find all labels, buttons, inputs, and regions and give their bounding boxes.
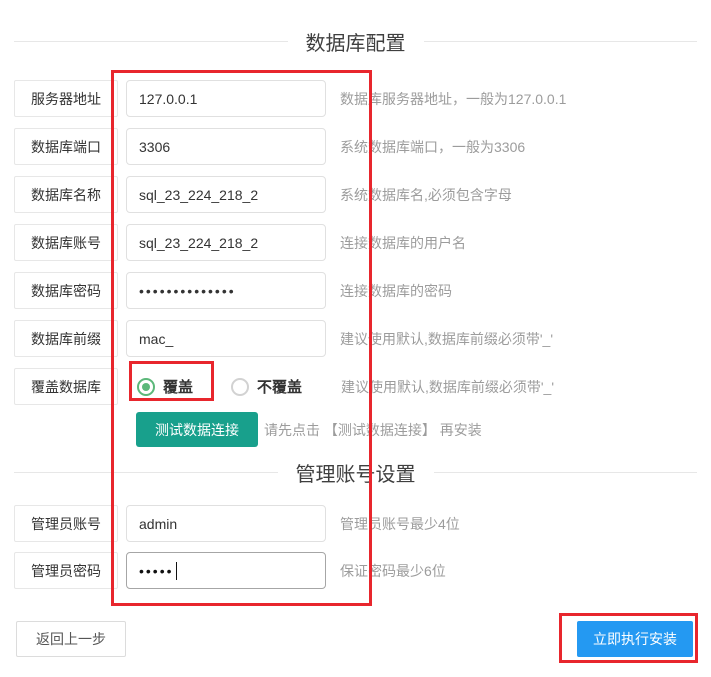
radio-circle-icon [231, 378, 249, 396]
db-account-input[interactable] [126, 224, 326, 261]
server-address-label: 服务器地址 [14, 80, 118, 117]
admin-account-row: 管理员账号 管理员账号最少4位 [14, 505, 460, 542]
db-account-hint: 连接数据库的用户名 [340, 233, 466, 253]
admin-account-label: 管理员账号 [14, 505, 118, 542]
db-port-row: 数据库端口 系统数据库端口，一般为3306 [14, 128, 525, 165]
db-name-row: 数据库名称 系统数据库名,必须包含字母 [14, 176, 512, 213]
admin-account-hint: 管理员账号最少4位 [340, 514, 460, 534]
radio-overwrite-yes[interactable]: 覆盖 [137, 376, 193, 397]
db-name-hint: 系统数据库名,必须包含字母 [340, 185, 512, 205]
install-page: 数据库配置 服务器地址 数据库服务器地址，一般为127.0.0.1 数据库端口 … [0, 0, 711, 677]
server-address-row: 服务器地址 数据库服务器地址，一般为127.0.0.1 [14, 80, 566, 117]
db-password-hint: 连接数据库的密码 [340, 281, 452, 301]
admin-password-input[interactable]: ••••• [126, 552, 326, 589]
db-port-hint: 系统数据库端口，一般为3306 [340, 137, 525, 157]
db-name-label: 数据库名称 [14, 176, 118, 213]
db-account-row: 数据库账号 连接数据库的用户名 [14, 224, 466, 261]
db-password-input[interactable] [126, 272, 326, 309]
overwrite-hint: 建议使用默认,数据库前缀必须带'_' [341, 377, 554, 397]
database-section-title: 数据库配置 [288, 27, 424, 56]
db-prefix-label: 数据库前缀 [14, 320, 118, 357]
admin-account-input[interactable] [126, 505, 326, 542]
db-name-input[interactable] [126, 176, 326, 213]
overwrite-row: 覆盖数据库 覆盖 不覆盖 建议使用默认,数据库前缀必须带'_' [14, 368, 554, 405]
server-address-hint: 数据库服务器地址，一般为127.0.0.1 [340, 89, 566, 109]
db-port-input[interactable] [126, 128, 326, 165]
db-prefix-row: 数据库前缀 建议使用默认,数据库前缀必须带'_' [14, 320, 553, 357]
server-address-input[interactable] [126, 80, 326, 117]
radio-overwrite-no[interactable]: 不覆盖 [231, 376, 302, 397]
db-prefix-input[interactable] [126, 320, 326, 357]
back-button[interactable]: 返回上一步 [16, 621, 126, 657]
install-button[interactable]: 立即执行安装 [577, 621, 693, 657]
db-password-label: 数据库密码 [14, 272, 118, 309]
db-port-label: 数据库端口 [14, 128, 118, 165]
database-section-divider: 数据库配置 [14, 27, 697, 55]
radio-overwrite-no-label: 不覆盖 [257, 376, 302, 397]
admin-password-hint: 保证密码最少6位 [340, 561, 446, 581]
overwrite-label: 覆盖数据库 [14, 368, 118, 405]
db-password-row: 数据库密码 连接数据库的密码 [14, 272, 452, 309]
admin-password-value: ••••• [139, 563, 174, 579]
db-prefix-hint: 建议使用默认,数据库前缀必须带'_' [340, 329, 553, 349]
db-account-label: 数据库账号 [14, 224, 118, 261]
test-connection-hint: 请先点击 【测试数据连接】 再安装 [264, 412, 482, 447]
admin-password-row: 管理员密码 ••••• 保证密码最少6位 [14, 552, 446, 589]
admin-password-label: 管理员密码 [14, 552, 118, 589]
radio-overwrite-yes-label: 覆盖 [163, 376, 193, 397]
test-connection-button[interactable]: 测试数据连接 [136, 412, 258, 447]
radio-circle-icon [137, 378, 155, 396]
admin-section-divider: 管理账号设置 [14, 458, 697, 486]
overwrite-radio-group: 覆盖 不覆盖 [126, 368, 326, 405]
text-caret [176, 562, 178, 580]
admin-section-title: 管理账号设置 [278, 458, 434, 487]
